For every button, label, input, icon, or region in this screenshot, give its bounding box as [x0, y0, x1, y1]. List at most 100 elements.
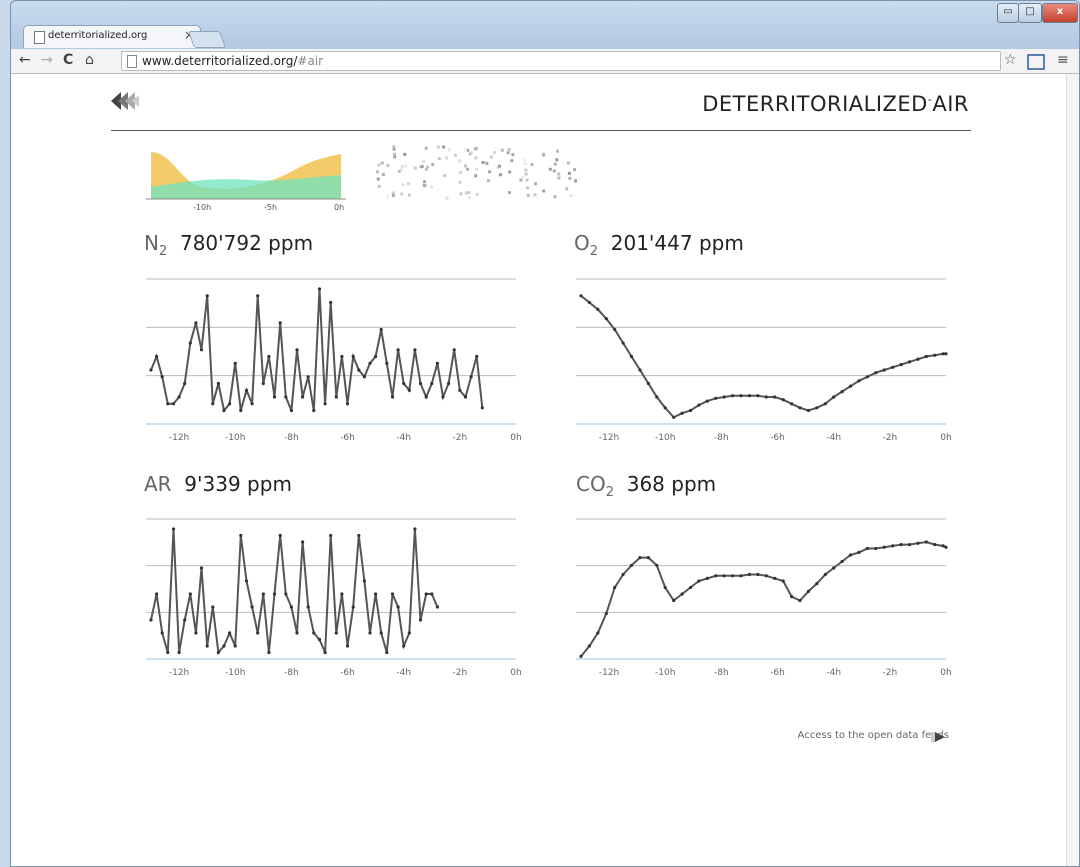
data-point [211, 402, 215, 406]
forward-arrow-icon[interactable]: → [41, 52, 53, 68]
tab-strip: deterritorialized.org × ▭ □ x [11, 1, 1079, 49]
x-tick-label: -8h [714, 433, 729, 443]
data-point [216, 650, 220, 655]
data-point [680, 411, 684, 415]
x-tick-label: -8h [284, 668, 299, 678]
browser-tab[interactable]: deterritorialized.org × [23, 25, 201, 48]
data-point [177, 395, 181, 399]
maximize-button[interactable]: □ [1018, 3, 1042, 23]
data-point [798, 406, 802, 410]
data-point [680, 592, 684, 596]
data-point [402, 381, 406, 386]
data-point [312, 408, 316, 413]
data-point [166, 650, 170, 655]
data-point [916, 541, 920, 545]
data-point [663, 585, 667, 590]
data-point [596, 307, 600, 311]
data-point [272, 395, 277, 399]
data-point [840, 390, 844, 394]
data-point [261, 592, 265, 596]
series-line [580, 295, 946, 419]
x-tick-label: -4h [826, 668, 841, 678]
open-data-link[interactable]: Access to the open data feeds [798, 730, 949, 741]
data-point [823, 402, 827, 406]
back-arrow-icon[interactable]: ← [19, 52, 31, 68]
data-point [205, 294, 209, 298]
data-point [244, 388, 249, 392]
data-point [714, 396, 718, 400]
data-point [621, 572, 625, 577]
data-point [604, 317, 608, 321]
data-point [368, 361, 372, 365]
data-point [655, 395, 659, 399]
vertical-scrollbar[interactable] [1066, 74, 1079, 866]
data-point [194, 631, 198, 635]
data-point [183, 381, 187, 386]
data-point [865, 546, 869, 551]
back-arrows-icon[interactable] [111, 90, 141, 112]
data-point [357, 368, 361, 372]
x-tick-label: -12h [169, 433, 189, 443]
data-point [390, 592, 395, 596]
data-point [907, 360, 912, 364]
data-point [351, 605, 355, 609]
data-point [475, 354, 479, 359]
data-point [272, 592, 277, 596]
data-point [832, 395, 836, 399]
data-point [306, 375, 310, 379]
browser-window: deterritorialized.org × ▭ □ x ← → C ⌂ ww… [10, 0, 1080, 867]
data-point [312, 631, 316, 635]
close-window-button[interactable]: x [1042, 3, 1078, 23]
data-point [764, 395, 768, 399]
co2-chem: CO [576, 472, 606, 496]
bookmark-star-icon[interactable]: ☆ [1004, 52, 1017, 68]
n2-label: N2 780'792 ppm [144, 231, 313, 259]
header-divider [111, 130, 971, 131]
minimize-button[interactable]: ▭ [997, 3, 1019, 23]
x-tick-label: 0h [940, 668, 951, 678]
data-point [160, 631, 164, 635]
data-point [329, 533, 333, 538]
menu-icon[interactable]: ≡ [1057, 52, 1069, 68]
data-point [688, 408, 693, 413]
x-tick-label: 0h [940, 433, 951, 443]
ar-label: AR 9'339 ppm [144, 472, 292, 496]
co2-chart: -12h -10h -8h -6h -4h -2h 0h [576, 518, 951, 678]
data-point [815, 406, 819, 410]
o2-chem: O [574, 231, 590, 255]
site-title-main: DETERRITORIALIZED [702, 92, 928, 116]
data-point [739, 394, 743, 398]
data-point [882, 368, 886, 372]
x-tick-label: -10h [225, 433, 245, 443]
data-point [396, 605, 400, 609]
data-point [857, 379, 861, 383]
data-point [396, 348, 400, 352]
data-point [149, 368, 153, 372]
data-point [317, 287, 322, 291]
data-point [306, 605, 310, 609]
x-tick-label: -8h [714, 668, 729, 678]
data-point [705, 576, 709, 580]
x-tick-label: -8h [284, 433, 299, 443]
o2-value: 201'447 ppm [610, 231, 744, 255]
data-point [155, 592, 159, 596]
fullscreen-icon[interactable] [1027, 54, 1045, 70]
forward-arrows-icon[interactable] [931, 730, 945, 744]
data-point [149, 618, 153, 622]
data-point [933, 543, 937, 547]
new-tab-button[interactable] [187, 31, 227, 48]
data-point [278, 321, 282, 325]
data-point [891, 365, 895, 369]
data-point [697, 579, 701, 583]
address-bar[interactable]: www.deterritorialized.org/#air [121, 51, 1001, 71]
data-point [480, 406, 484, 410]
data-point [672, 598, 676, 603]
data-point [739, 574, 743, 578]
data-point [368, 631, 372, 635]
data-point [579, 654, 583, 658]
data-point [613, 585, 617, 590]
data-point [848, 553, 853, 557]
x-tick-label: -10h [655, 433, 675, 443]
home-icon[interactable]: ⌂ [85, 52, 94, 68]
reload-icon[interactable]: C [63, 52, 73, 68]
